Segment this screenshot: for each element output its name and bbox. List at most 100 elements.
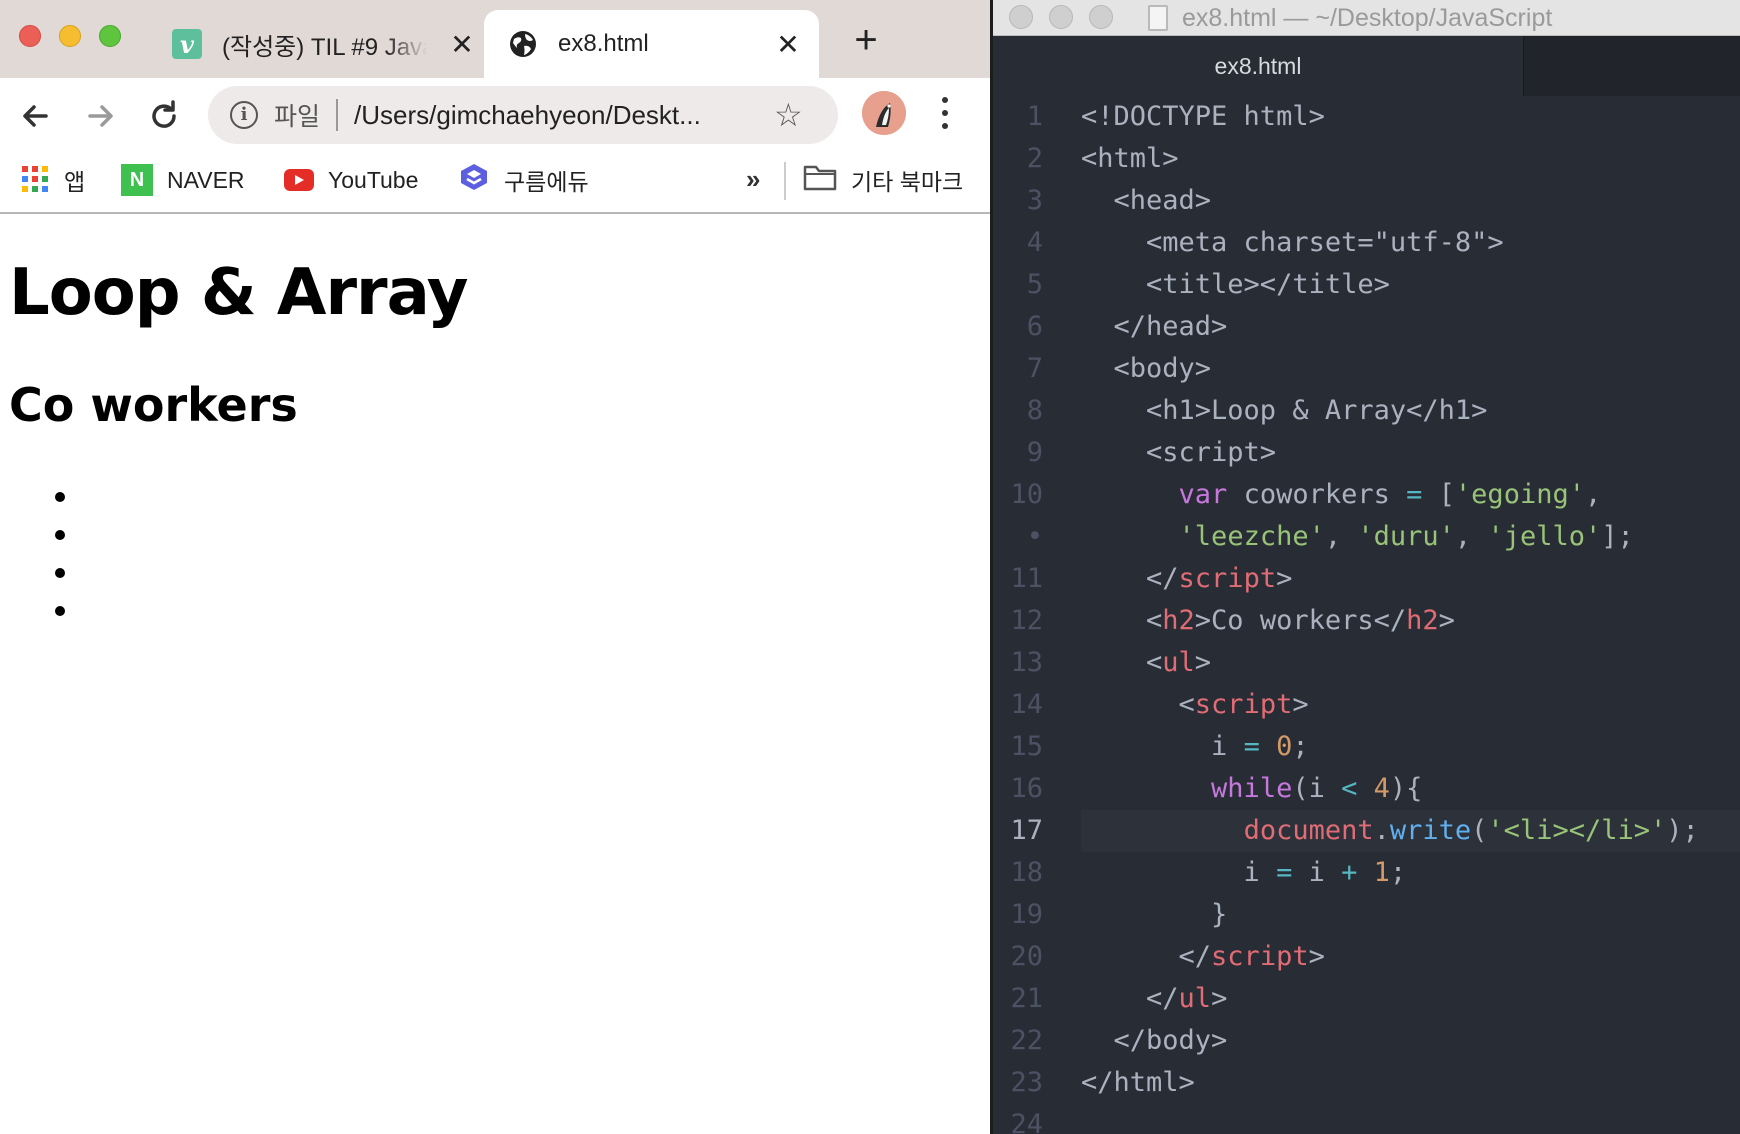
code-line[interactable]: 15 i = 0; [993,726,1740,768]
editor-titlebar: ex8.html — ~/Desktop/JavaScript [993,0,1740,36]
naver-icon: N [121,164,153,196]
line-number: 23 [1010,1067,1043,1098]
code-text: </script> [1081,941,1325,972]
code-text: <ul> [1081,647,1212,678]
minimize-window-button[interactable] [59,25,81,47]
code-line[interactable]: 20 </script> [993,936,1740,978]
code-line[interactable]: 9 <script> [993,432,1740,474]
back-button[interactable] [16,96,56,136]
page-subheading: Co workers [9,378,298,432]
code-line[interactable]: 16 while(i < 4){ [993,768,1740,810]
other-bookmarks-folder[interactable]: 기타 북마크 [803,160,963,200]
close-tab-icon[interactable]: ✕ [773,28,803,61]
line-number: 2 [1026,143,1043,174]
code-line[interactable]: 11 </script> [993,558,1740,600]
zoom-window-button[interactable] [99,25,121,47]
code-line[interactable]: 12 <h2>Co workers</h2> [993,600,1740,642]
code-line[interactable]: 13 <ul> [993,642,1740,684]
globe-icon [508,29,538,59]
code-line[interactable]: 6 </head> [993,306,1740,348]
url-text[interactable]: /Users/gimchaehyeon/Deskt... [354,100,754,131]
close-window-button[interactable] [1009,5,1033,29]
code-area[interactable]: 1 <!DOCTYPE html> 2 <html> 3 <head> 4 <meta c… [993,96,1740,1134]
line-number: 24 [1010,1109,1043,1134]
tab-til[interactable]: v (작성중) TIL #9 Java ✕ [156,10,480,78]
forward-button[interactable] [80,96,120,136]
line-number: 11 [1010,563,1043,594]
code-line[interactable]: 22 </body> [993,1020,1740,1062]
code-line[interactable]: 2 <html> [993,138,1740,180]
code-text: var coworkers = ['egoing', [1178,479,1602,510]
close-tab-icon[interactable]: ✕ [447,28,477,61]
velog-icon: v [172,29,202,59]
line-number: 16 [1010,773,1043,804]
info-icon[interactable]: i [230,101,258,129]
code-text: <meta charset="utf-8"> [1081,227,1504,258]
bookmark-goorm[interactable]: 구름에듀 [458,160,589,200]
code-line[interactable]: 18 i = i + 1; [993,852,1740,894]
tab-title: ex8.html [558,30,649,57]
tab-bar-empty [1523,36,1740,96]
bookmark-label: 앱 [64,169,86,195]
reload-button[interactable] [144,96,184,136]
code-line[interactable]: 23 </html> [993,1062,1740,1104]
code-line[interactable]: 21 </ul> [993,978,1740,1020]
tab-ex8-html[interactable]: ex8.html [993,36,1523,96]
bookmark-youtube[interactable]: YouTube [284,160,418,200]
tab-ex8[interactable]: ex8.html ✕ [484,10,819,78]
bookmark-label: 구름에듀 [504,169,589,195]
line-number: 10 [1010,479,1043,510]
apps-grid-icon [22,166,50,194]
folder-icon [803,163,837,197]
tab-title: (작성중) TIL #9 Java [222,33,427,61]
line-number: 19 [1010,899,1043,930]
list-item-bullet [55,492,65,502]
code-text: </head> [1081,311,1228,342]
code-line[interactable]: 10 var coworkers = ['egoing', [993,474,1740,516]
code-line[interactable]: • 'leezche', 'duru', 'jello']; [993,516,1740,558]
editor-window: ex8.html — ~/Desktop/JavaScript ex8.html… [993,0,1740,1134]
code-text: i = i + 1; [1081,857,1407,888]
line-number: 7 [1026,353,1043,384]
code-line[interactable]: 1 <!DOCTYPE html> [993,96,1740,138]
list-item-bullet [55,530,65,540]
more-menu-icon[interactable] [935,93,955,133]
code-text: <head> [1081,185,1212,216]
code-text: i = 0; [1081,731,1309,762]
code-text: <h2>Co workers</h2> [1081,605,1455,636]
code-line[interactable]: 24 [993,1104,1740,1134]
line-number: 3 [1026,185,1043,216]
divider [336,99,339,131]
code-line[interactable]: 5 <title></title> [993,264,1740,306]
close-window-button[interactable] [19,25,41,47]
code-line[interactable]: 7 <body> [993,348,1740,390]
line-number: 6 [1026,311,1043,342]
bookmarks-overflow-button[interactable]: » [746,164,760,195]
list-item-bullet [55,606,65,616]
code-line[interactable]: 14 <script> [993,684,1740,726]
bookmark-label: YouTube [328,166,419,193]
line-number: 21 [1010,983,1043,1014]
code-line[interactable]: 19 } [993,894,1740,936]
code-text: } [1081,899,1228,930]
editor-tab-label: ex8.html [1214,52,1302,79]
code-line[interactable]: 3 <head> [993,180,1740,222]
line-number: 4 [1026,227,1043,258]
address-bar[interactable]: i 파일 /Users/gimchaehyeon/Deskt... ☆ [208,86,838,144]
line-number: 18 [1010,857,1043,888]
profile-avatar[interactable] [862,91,906,135]
youtube-icon [284,169,314,191]
line-number: 13 [1010,647,1043,678]
zoom-window-button[interactable] [1089,5,1113,29]
code-line[interactable]: 8 <h1>Loop & Array</h1> [993,390,1740,432]
code-line[interactable]: 17 document.write('<li></li>'); [993,810,1740,852]
minimize-window-button[interactable] [1049,5,1073,29]
bookmark-naver[interactable]: N NAVER [121,160,245,200]
code-line[interactable]: 4 <meta charset="utf-8"> [993,222,1740,264]
code-text: </html> [1081,1067,1195,1098]
bookmark-apps[interactable]: 앱 [22,160,85,200]
new-tab-button[interactable]: + [846,20,886,60]
bookmark-label: 기타 북마크 [851,169,964,195]
bookmark-star-icon[interactable]: ☆ [774,96,803,134]
code-text: <!DOCTYPE html> [1081,101,1325,132]
